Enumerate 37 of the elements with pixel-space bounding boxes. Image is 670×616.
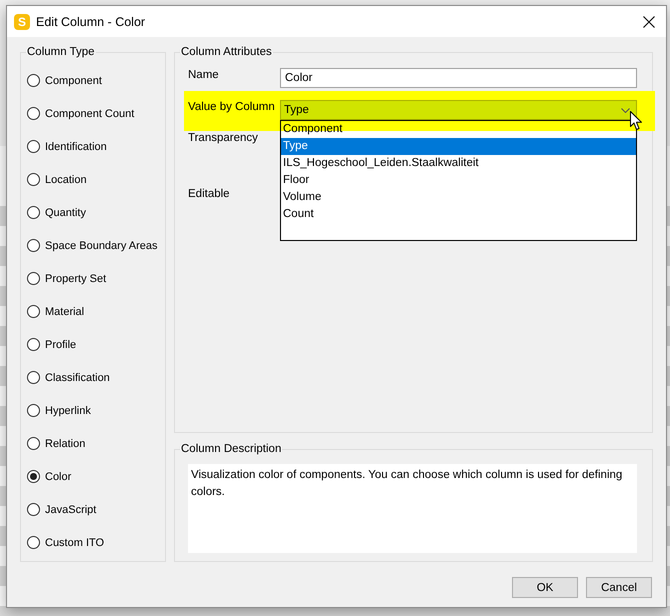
dialog-button[interactable]: OK [512, 577, 578, 598]
window-title: Edit Column - Color [36, 14, 146, 28]
column-type-option[interactable]: Classification [27, 369, 165, 386]
group-legend: Column Type [26, 45, 96, 60]
dropdown-option[interactable]: Type [281, 138, 636, 155]
text-field[interactable]: Color [280, 68, 637, 88]
chevron-down-icon [621, 108, 630, 112]
app-logo: S [14, 14, 30, 30]
field-label: Editable [188, 187, 231, 202]
column-type-option[interactable]: Location [27, 171, 165, 188]
dropdown-field[interactable]: Type [280, 100, 637, 120]
close-button[interactable] [643, 16, 655, 28]
column-type-option[interactable]: Custom ITO [27, 534, 165, 551]
description-text-area: Visualization color of components. You can choose which column is used for defining colors. [188, 464, 637, 553]
dropdown-option[interactable]: Volume [281, 189, 636, 206]
group-legend: Column Description [180, 442, 282, 457]
column-type-option[interactable]: Relation [27, 435, 165, 452]
column-type-option[interactable]: Hyperlink [27, 402, 165, 419]
column-type-option[interactable]: Material [27, 303, 165, 320]
field-label: Name [188, 68, 220, 83]
group-legend: Column Attributes [180, 45, 273, 60]
column-type-option[interactable]: Color [27, 468, 165, 485]
column-type-option[interactable]: Space Boundary Areas [27, 237, 165, 254]
column-type-option[interactable]: Property Set [27, 270, 165, 287]
dropdown-option[interactable]: ILS_Hogeschool_Leiden.Staalkwaliteit [281, 155, 636, 172]
field-label: Transparency [188, 131, 259, 146]
column-type-option[interactable]: Component Count [27, 105, 165, 122]
column-type-option[interactable]: JavaScript [27, 501, 165, 518]
column-type-option[interactable]: Quantity [27, 204, 165, 221]
column-type-option[interactable]: Component [27, 72, 165, 89]
dropdown-option[interactable]: Count [281, 206, 636, 223]
column-type-option[interactable]: Profile [27, 336, 165, 353]
dialog-button[interactable]: Cancel [586, 577, 652, 598]
field-label: Value by Column [188, 100, 276, 115]
column-type-option[interactable]: Identification [27, 138, 165, 155]
close-icon [643, 16, 655, 28]
dropdown-option[interactable]: Floor [281, 172, 636, 189]
